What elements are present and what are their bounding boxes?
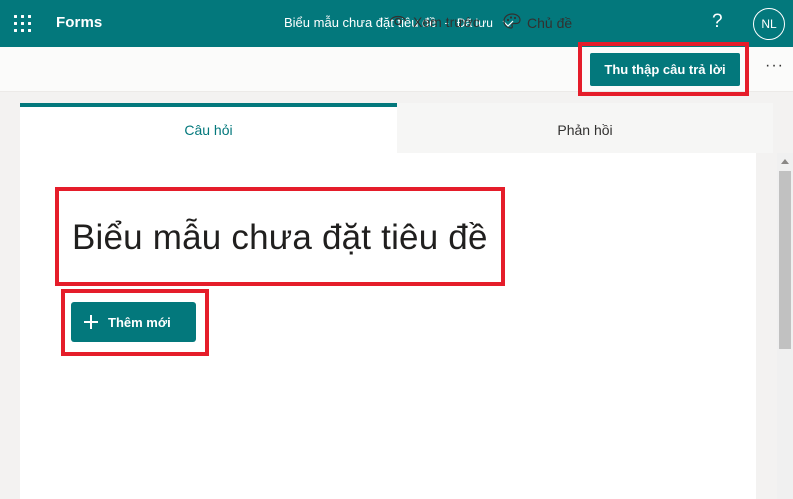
tab-strip: Câu hỏi Phản hồi [20,103,773,153]
help-button[interactable]: ? [712,11,723,33]
palette-icon [503,13,527,32]
scrollbar[interactable] [777,153,793,499]
waffle-icon[interactable] [14,15,32,33]
add-new-button[interactable]: Thêm mới [71,302,196,342]
eye-icon [389,13,413,30]
tab-questions[interactable]: Câu hỏi [20,103,397,153]
form-title[interactable]: Biểu mẫu chưa đặt tiêu đề [72,218,488,258]
more-icon[interactable]: ··· [765,57,784,75]
scroll-up-arrow-icon[interactable] [781,159,789,164]
collect-responses-button[interactable]: Thu thập câu trả lời [590,53,740,86]
theme-label: Chủ đề [527,14,573,31]
add-new-label: Thêm mới [108,314,171,330]
tab-responses[interactable]: Phản hồi [397,103,773,153]
app-name[interactable]: Forms [56,14,102,31]
preview-label: Xem trước [413,13,480,30]
preview-button[interactable]: Xem trước [389,13,480,30]
scroll-thumb[interactable] [779,171,791,349]
plus-icon [84,315,98,329]
theme-button[interactable]: Chủ đề [503,13,572,32]
avatar[interactable]: NL [753,8,785,40]
